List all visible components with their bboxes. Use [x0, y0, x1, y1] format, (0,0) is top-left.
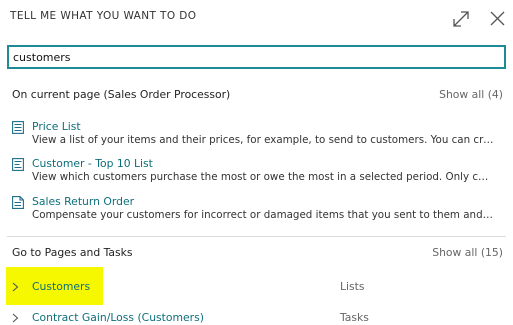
- section-divider: [7, 236, 506, 237]
- search-input[interactable]: [9, 47, 504, 67]
- list-icon: [12, 121, 24, 134]
- show-all-current-page-link[interactable]: Show all (4): [439, 88, 503, 101]
- section-header-current-page: On current page (Sales Order Processor): [12, 88, 231, 101]
- result-description: View a list of your items and their pric…: [32, 134, 494, 146]
- result-title[interactable]: Price List: [32, 120, 81, 133]
- chevron-right-icon: [12, 313, 19, 323]
- document-icon: [12, 196, 24, 209]
- result-title[interactable]: Customer - Top 10 List: [32, 157, 153, 170]
- task-category: Lists: [340, 280, 365, 293]
- section-header-pages-tasks: Go to Pages and Tasks: [12, 246, 133, 259]
- show-all-pages-tasks-link[interactable]: Show all (15): [432, 246, 503, 259]
- result-description: Compensate your customers for incorrect …: [32, 209, 494, 221]
- dialog-title: TELL ME WHAT YOU WANT TO DO: [10, 10, 197, 22]
- result-description: View which customers purchase the most o…: [32, 171, 494, 183]
- report-icon: [12, 158, 24, 171]
- result-title[interactable]: Sales Return Order: [32, 195, 134, 208]
- expand-icon[interactable]: [452, 10, 470, 28]
- task-row-contract-gain-loss[interactable]: Contract Gain/Loss (Customers) Tasks: [12, 311, 492, 325]
- task-name[interactable]: Customers: [32, 280, 90, 293]
- chevron-right-icon: [12, 282, 19, 292]
- task-row-customers[interactable]: Customers Lists: [12, 280, 492, 294]
- search-box: [7, 45, 506, 69]
- close-icon[interactable]: [489, 10, 506, 27]
